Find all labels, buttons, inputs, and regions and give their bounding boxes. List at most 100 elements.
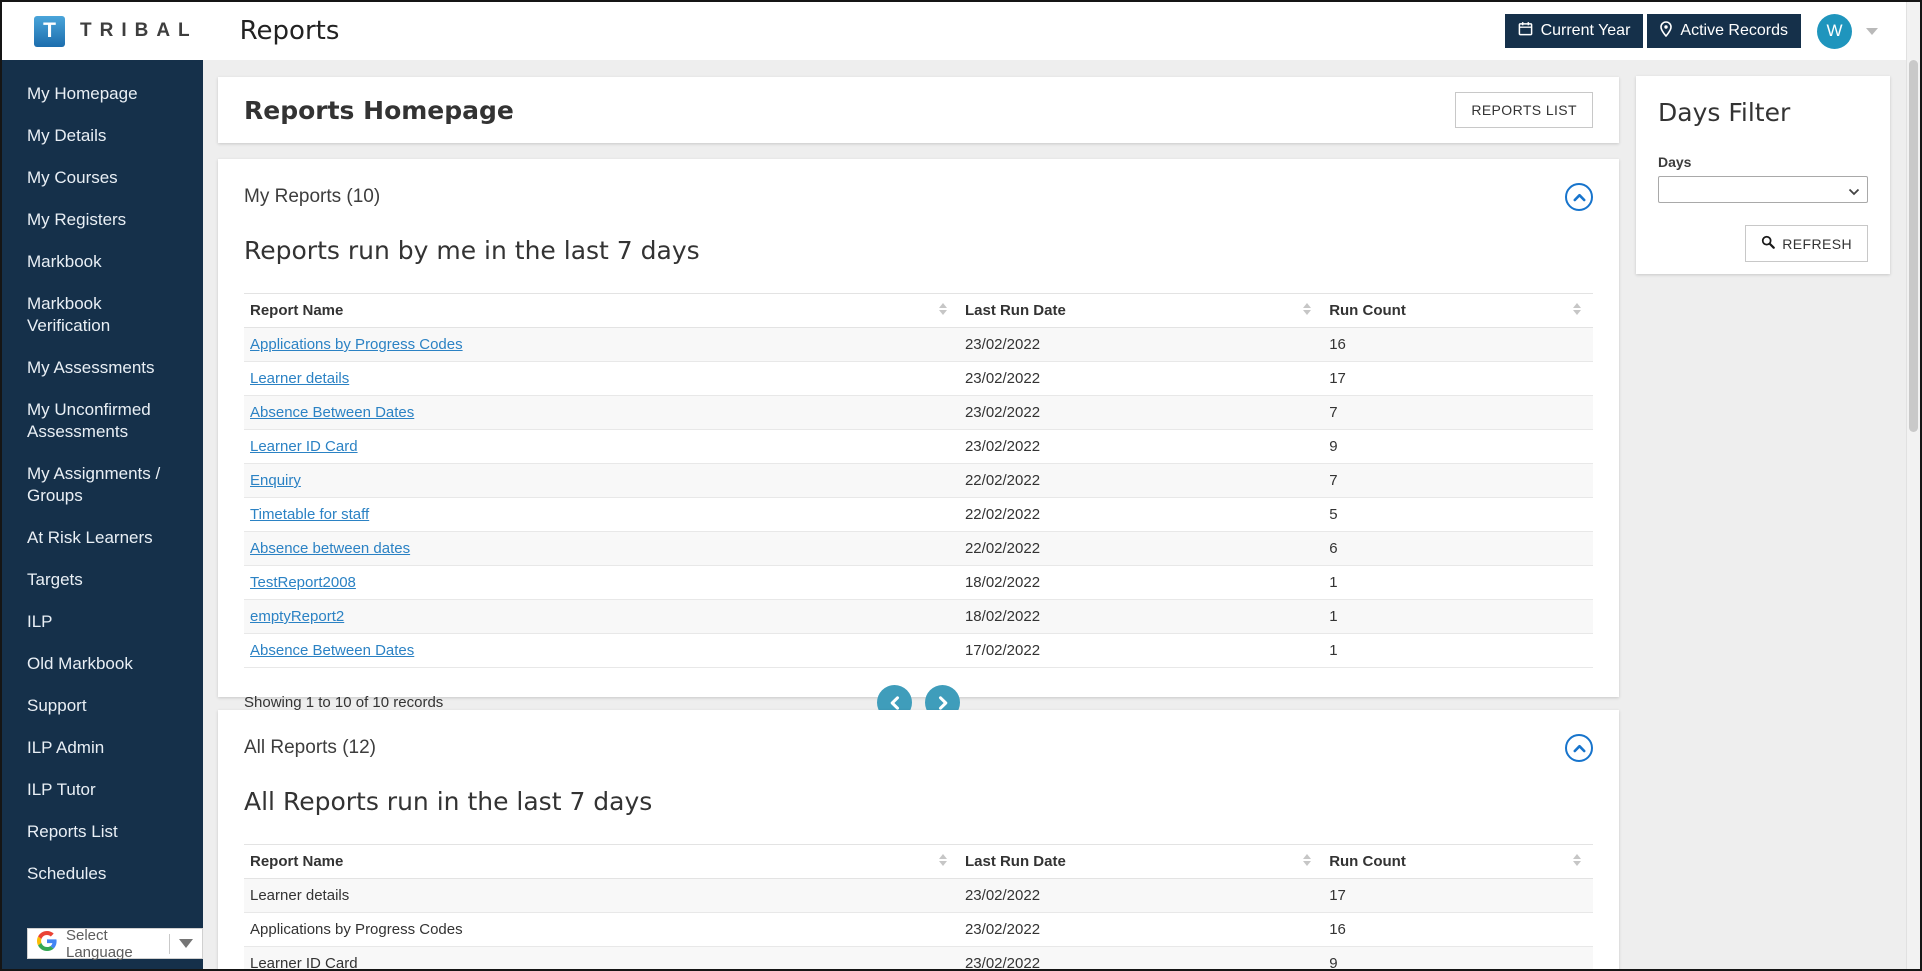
chevron-down-icon[interactable] [1866,28,1878,35]
brand-name: TRIBAL [80,20,198,42]
report-link[interactable]: Absence Between Dates [250,404,414,421]
topbar-page-title: Reports [240,16,340,46]
sidebar-item[interactable]: Reports List [2,811,203,853]
calendar-icon [1518,21,1533,41]
all-reports-section-title: All Reports (12) [244,737,376,759]
days-filter-panel: Days Filter Days REFRESH [1636,76,1890,274]
last-run-date-cell: 23/02/2022 [959,328,1323,362]
report-name-cell: Learner ID Card [244,947,959,971]
run-count-cell: 1 [1323,600,1593,634]
divider [169,934,170,954]
pin-icon [1660,21,1672,42]
records-summary: Showing 1 to 10 of 10 records [244,694,443,711]
sidebar-item[interactable]: ILP Tutor [2,769,203,811]
days-filter-title: Days Filter [1658,98,1868,127]
report-link[interactable]: emptyReport2 [250,608,344,625]
table-row: Learner details 23/02/2022 17 [244,362,1593,396]
column-header-last-run-date[interactable]: Last Run Date [959,845,1323,879]
page-title: Reports Homepage [244,96,514,125]
refresh-button[interactable]: REFRESH [1745,225,1868,262]
sidebar-item[interactable]: My Details [2,115,203,157]
my-reports-section-title: My Reports (10) [244,186,380,208]
last-run-date-cell: 23/02/2022 [959,396,1323,430]
run-count-cell: 1 [1323,634,1593,668]
sidebar-item[interactable]: ILP [2,601,203,643]
last-run-date-cell: 18/02/2022 [959,566,1323,600]
topbar: T TRIBAL Reports Current Year Active Rec… [2,2,1920,60]
current-year-label: Current Year [1541,22,1631,40]
run-count-cell: 16 [1323,913,1593,947]
reports-list-button[interactable]: REPORTS LIST [1455,92,1593,128]
table-row: Learner ID Card 23/02/2022 9 [244,947,1593,971]
sidebar-item[interactable]: My Assignments / Groups [2,453,203,517]
sidebar-item[interactable]: At Risk Learners [2,517,203,559]
sidebar-nav: My Homepage My Details My Courses My Reg… [2,60,203,895]
table-header-row: Report Name Last Run Date Run Count [244,845,1593,879]
column-header-run-count[interactable]: Run Count [1323,294,1593,328]
sidebar-item[interactable]: Schedules [2,853,203,895]
sidebar-item[interactable]: My Homepage [2,73,203,115]
report-link[interactable]: Absence between dates [250,540,410,557]
active-records-button[interactable]: Active Records [1647,14,1801,48]
last-run-date-cell: 23/02/2022 [959,362,1323,396]
sidebar-item[interactable]: My Courses [2,157,203,199]
dropdown-arrow-icon [179,939,193,948]
run-count-cell: 16 [1323,328,1593,362]
sidebar-item[interactable]: My Unconfirmed Assessments [2,389,203,453]
sidebar-item[interactable]: My Assessments [2,347,203,389]
table-row: Applications by Progress Codes 23/02/202… [244,328,1593,362]
days-select-wrap [1658,176,1868,203]
report-link[interactable]: Learner details [250,370,349,387]
report-link[interactable]: TestReport2008 [250,574,356,591]
sidebar-item[interactable]: Markbook [2,241,203,283]
sidebar: My Homepage My Details My Courses My Reg… [2,60,203,969]
current-year-button[interactable]: Current Year [1505,14,1644,48]
table-row: Timetable for staff 22/02/2022 5 [244,498,1593,532]
active-records-label: Active Records [1680,22,1788,40]
table-row: Applications by Progress Codes 23/02/202… [244,913,1593,947]
page-header-card: Reports Homepage REPORTS LIST [218,77,1619,143]
report-link[interactable]: Timetable for staff [250,506,369,523]
vertical-scrollbar[interactable] [1906,2,1920,969]
collapse-section-button[interactable] [1565,734,1593,762]
sort-icon [1303,303,1311,315]
run-count-cell: 17 [1323,362,1593,396]
language-selector[interactable]: Select Language [27,928,203,959]
sidebar-item[interactable]: Targets [2,559,203,601]
table-row: Learner details 23/02/2022 17 [244,879,1593,913]
collapse-section-button[interactable] [1565,183,1593,211]
table-row: Absence Between Dates 23/02/2022 7 [244,396,1593,430]
sidebar-item[interactable]: Markbook Verification [2,283,203,347]
scrollbar-thumb[interactable] [1909,60,1918,432]
report-name-cell: Learner details [244,879,959,913]
sort-icon [1573,303,1581,315]
search-icon [1761,235,1775,252]
report-link[interactable]: Absence Between Dates [250,642,414,659]
my-reports-table: Report Name Last Run Date Run Count [244,293,1593,668]
sidebar-item[interactable]: Old Markbook [2,643,203,685]
last-run-date-cell: 22/02/2022 [959,532,1323,566]
report-link[interactable]: Learner ID Card [250,438,358,455]
last-run-date-cell: 23/02/2022 [959,879,1323,913]
days-label: Days [1658,154,1868,170]
browser-window: T TRIBAL Reports Current Year Active Rec… [0,0,1922,971]
last-run-date-cell: 23/02/2022 [959,947,1323,971]
column-header-report-name[interactable]: Report Name [244,845,959,879]
avatar[interactable]: W [1817,14,1852,49]
days-select[interactable] [1658,176,1868,203]
chevron-up-icon [1573,190,1586,205]
report-link[interactable]: Applications by Progress Codes [250,336,463,353]
sidebar-item[interactable]: ILP Admin [2,727,203,769]
all-reports-table: Report Name Last Run Date Run Count [244,844,1593,971]
language-selector-label: Select Language [66,927,160,961]
sort-icon [1573,854,1581,866]
column-header-last-run-date[interactable]: Last Run Date [959,294,1323,328]
table-row: Absence between dates 22/02/2022 6 [244,532,1593,566]
sidebar-item[interactable]: My Registers [2,199,203,241]
sidebar-item[interactable]: Support [2,685,203,727]
report-link[interactable]: Enquiry [250,472,301,489]
column-header-report-name[interactable]: Report Name [244,294,959,328]
column-header-run-count[interactable]: Run Count [1323,845,1593,879]
table-row: emptyReport2 18/02/2022 1 [244,600,1593,634]
last-run-date-cell: 18/02/2022 [959,600,1323,634]
